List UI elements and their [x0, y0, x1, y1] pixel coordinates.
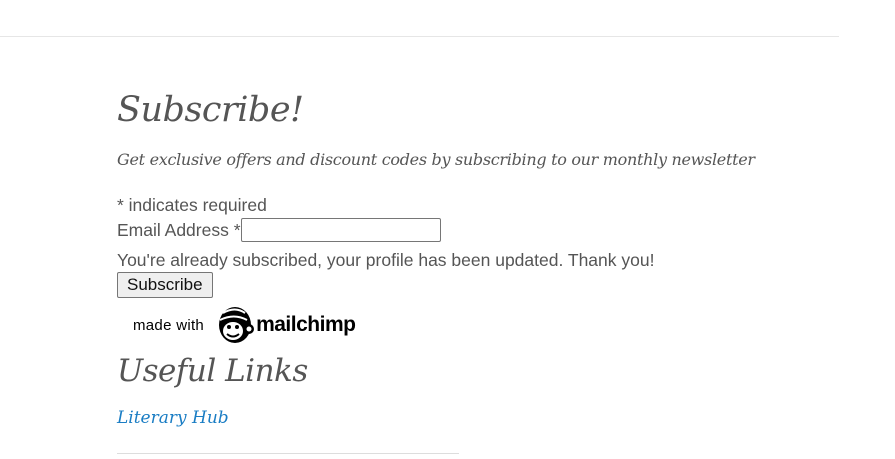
mailchimp-referral-badge[interactable]: made with mailchimp: [133, 303, 356, 347]
header-divider: [0, 36, 839, 37]
useful-links-title: Useful Links: [117, 353, 308, 389]
required-note: * indicates required: [117, 195, 267, 215]
footer-divider: [117, 453, 459, 454]
badge-brand-text: mailchimp: [256, 313, 356, 336]
email-input[interactable]: [240, 218, 441, 242]
subscription-status-message: You're already subscribed, your profile …: [117, 250, 655, 270]
mailchimp-freddie-icon: [219, 307, 255, 343]
badge-made-with-text: made with: [133, 316, 205, 334]
email-field-row: Email Address *: [117, 216, 441, 244]
subscribe-button[interactable]: Subscribe: [117, 272, 213, 298]
email-label: Email Address *: [117, 219, 241, 240]
subscribe-title: Subscribe!: [117, 90, 304, 130]
newsletter-tagline: Get exclusive offers and discount codes …: [117, 150, 755, 169]
link-literary-hub[interactable]: Literary Hub: [117, 408, 229, 428]
